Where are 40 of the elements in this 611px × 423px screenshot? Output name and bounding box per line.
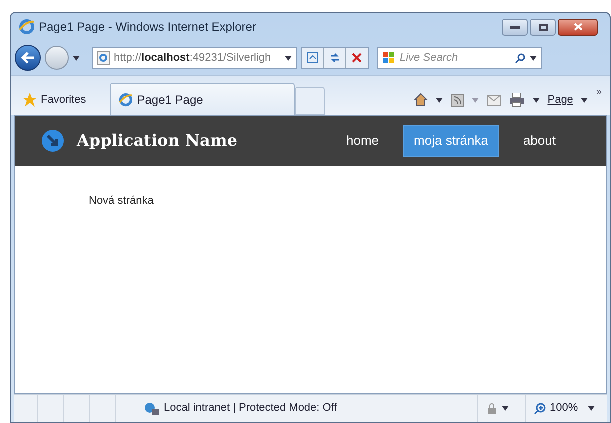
windows-flag-icon [382,52,396,64]
search-placeholder: Live Search [400,50,460,66]
more-chevron[interactable]: » [596,85,602,100]
search-icon[interactable] [515,52,526,64]
nav-link[interactable]: home [332,125,394,157]
dropdown-caret-icon[interactable] [285,56,292,60]
dropdown-caret-icon[interactable] [530,56,537,60]
page-text: Nová stránka [89,195,154,207]
maximize-button[interactable] [530,18,556,36]
browser-logo-icon [119,92,134,106]
back-arrow-icon [21,52,35,64]
address-field[interactable]: http://localhost:49231/Silverligh [92,47,297,69]
back-button[interactable] [15,45,41,71]
dropdown-caret-icon[interactable] [588,406,595,411]
printer-icon[interactable] [508,93,525,107]
dropdown-caret-icon[interactable] [581,98,588,102]
zoom-level[interactable]: 100% [550,400,584,417]
page-icon [97,51,110,65]
star-icon [23,93,37,107]
browser-tab[interactable]: Page1 Page [110,83,296,115]
dropdown-caret-icon[interactable] [73,56,80,60]
nav-link[interactable]: about [509,125,570,157]
window-title: Page1 Page - Windows Internet Explorer [39,19,258,36]
page-menu[interactable]: Page [548,92,574,108]
feed-icon[interactable] [450,94,464,106]
close-button[interactable] [558,18,598,36]
dropdown-caret-icon[interactable] [532,98,540,102]
browser-logo-icon [19,19,35,35]
favorites-button[interactable]: Favorites [15,85,94,115]
security-zone-text: Local intranet | Protected Mode: Off [164,401,338,416]
search-field[interactable]: Live Search [377,47,542,69]
dropdown-caret-icon[interactable] [502,406,509,411]
zoom-icon[interactable] [534,402,546,414]
app-logo-icon [41,129,65,153]
address-text: http://localhost:49231/Silverligh [114,50,272,66]
home-icon[interactable] [414,93,428,107]
dropdown-caret-icon[interactable] [436,98,443,102]
close-icon [574,23,582,31]
app-name: Application Name [77,130,238,152]
minimize-button[interactable] [502,18,528,36]
